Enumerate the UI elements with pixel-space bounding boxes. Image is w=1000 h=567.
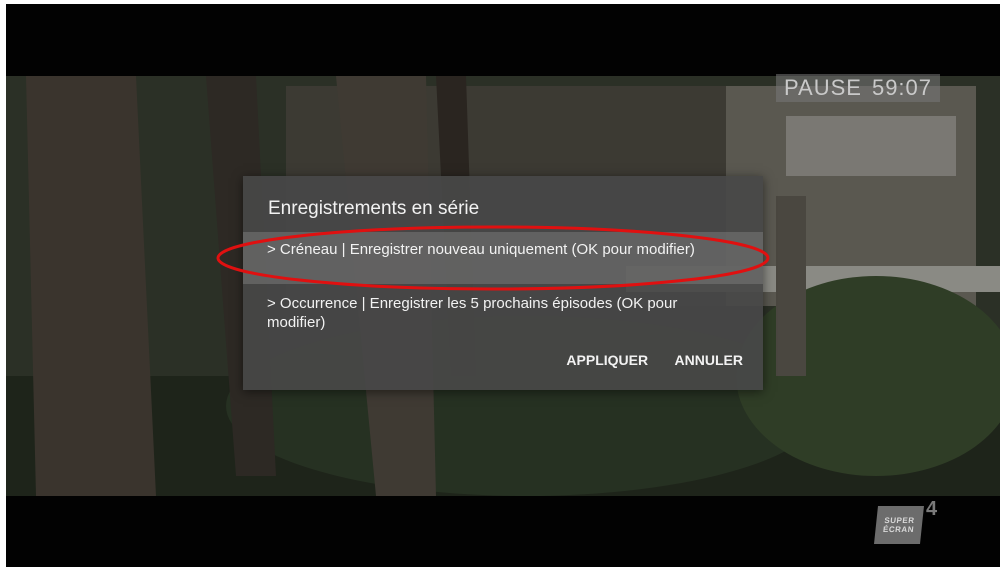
time-readout: 59:07	[871, 75, 933, 100]
apply-button[interactable]: APPLIQUER	[566, 352, 648, 368]
cancel-button[interactable]: ANNULER	[675, 352, 743, 368]
logo-line1: SUPER	[883, 516, 915, 525]
channel-logo-mark: SUPER ÉCRAN	[874, 506, 924, 544]
option-occurrence[interactable]: > Occurrence | Enregistrer les 5 prochai…	[243, 286, 763, 338]
logo-number: 4	[926, 498, 938, 520]
dialog-title: Enregistrements en série	[268, 198, 480, 219]
series-recording-dialog: Enregistrements en série > Créneau | Enr…	[243, 176, 763, 390]
dialog-actions: APPLIQUER ANNULER	[544, 352, 743, 370]
option-creneau[interactable]: > Créneau | Enregistrer nouveau uniqueme…	[243, 232, 763, 284]
logo-line2: ÉCRAN	[882, 525, 915, 534]
channel-logo: SUPER ÉCRAN 4	[874, 498, 944, 544]
pause-indicator: PAUSE 59:07	[776, 74, 941, 102]
pause-label: PAUSE	[784, 75, 862, 100]
